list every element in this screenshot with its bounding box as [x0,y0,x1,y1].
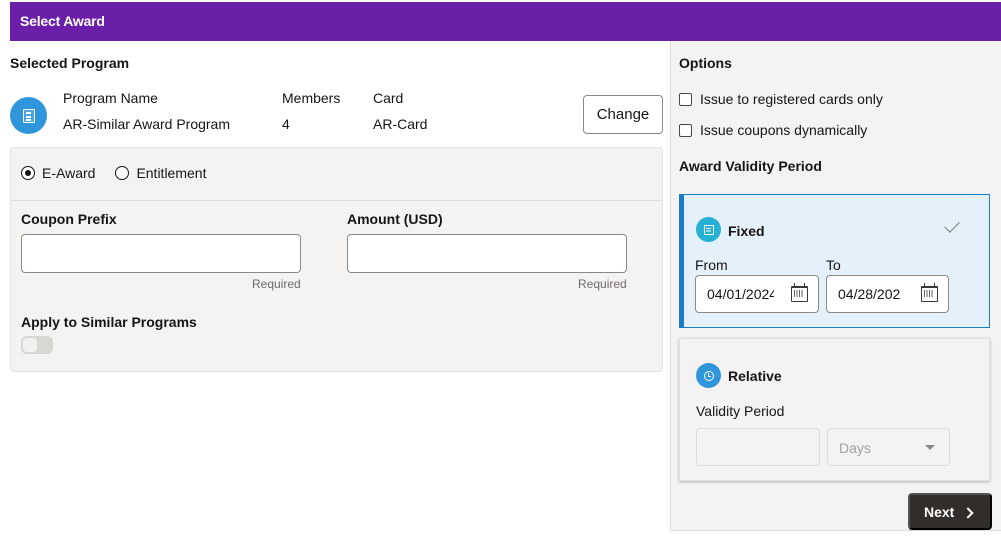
program-name-value: AR-Similar Award Program [63,116,231,132]
checkbox-unchecked-icon[interactable] [679,92,692,106]
radio-e-award-label[interactable]: E-Award [42,165,95,181]
chevron-right-icon [962,507,974,519]
checkmark-icon [944,217,960,233]
fixed-title: Fixed [728,223,765,239]
card-label: Card [373,90,404,106]
fixed-validity-card[interactable]: Fixed From 04/01/2024 To 04/28/2024 [679,194,990,328]
radio-e-award[interactable]: E-Award [21,165,95,181]
radio-checked-icon[interactable] [21,166,35,180]
amount-input[interactable] [347,234,627,273]
coupon-prefix-required-hint: Required [252,277,301,291]
to-date-input[interactable]: 04/28/2024 [826,275,949,313]
validity-unit-value: Days [839,440,871,456]
divider [11,200,662,201]
options-heading: Options [679,55,732,71]
registered-cards-checkbox[interactable]: Issue to registered cards only [679,91,883,107]
relative-title: Relative [728,368,782,384]
change-program-button[interactable]: Change [583,95,663,134]
apply-similar-label: Apply to Similar Programs [21,314,197,330]
award-details-panel: E-Award Entitlement Coupon Prefix Requir… [10,147,663,372]
relative-validity-card[interactable]: Relative Validity Period Days [679,338,990,481]
card-value: AR-Card [373,116,428,132]
checkbox-unchecked-icon[interactable] [679,123,692,137]
calendar-badge-icon [696,217,721,242]
validity-period-input[interactable] [696,428,820,466]
from-date-value[interactable]: 04/01/2024 [707,286,774,302]
coupon-prefix-label: Coupon Prefix [21,211,117,227]
validity-unit-select[interactable]: Days [827,428,950,466]
dynamic-coupons-label[interactable]: Issue coupons dynamically [700,122,867,138]
from-label: From [695,257,728,273]
validity-period-heading: Award Validity Period [679,158,822,174]
options-panel: Options Issue to registered cards only I… [670,41,1001,531]
members-label: Members [282,90,341,106]
next-button-label: Next [924,503,955,520]
dynamic-coupons-checkbox[interactable]: Issue coupons dynamically [679,122,867,138]
coupon-prefix-input[interactable] [21,234,301,273]
registered-cards-label[interactable]: Issue to registered cards only [700,91,883,107]
calendar-icon[interactable] [791,283,808,302]
amount-label: Amount (USD) [347,211,443,227]
to-label: To [826,257,841,273]
members-value: 4 [282,116,290,132]
calendar-icon[interactable] [921,283,938,302]
selected-program-heading: Selected Program [10,55,130,71]
program-name-label: Program Name [63,90,158,106]
radio-entitlement-label[interactable]: Entitlement [136,165,206,181]
radio-entitlement[interactable]: Entitlement [115,165,206,181]
clock-badge-icon [696,363,721,388]
apply-similar-toggle[interactable] [21,336,53,354]
validity-period-label: Validity Period [696,403,785,419]
chevron-down-icon[interactable] [925,445,935,450]
award-type-radio-group: E-Award Entitlement [21,165,226,181]
amount-required-hint: Required [578,277,627,291]
next-button[interactable]: Next [908,493,992,530]
radio-unchecked-icon[interactable] [115,166,130,180]
dialog-title: Select Award [20,13,105,29]
from-date-input[interactable]: 04/01/2024 [695,275,819,313]
to-date-value[interactable]: 04/28/2024 [838,286,900,302]
program-document-icon [10,97,47,134]
dialog-header: Select Award [10,2,1001,41]
